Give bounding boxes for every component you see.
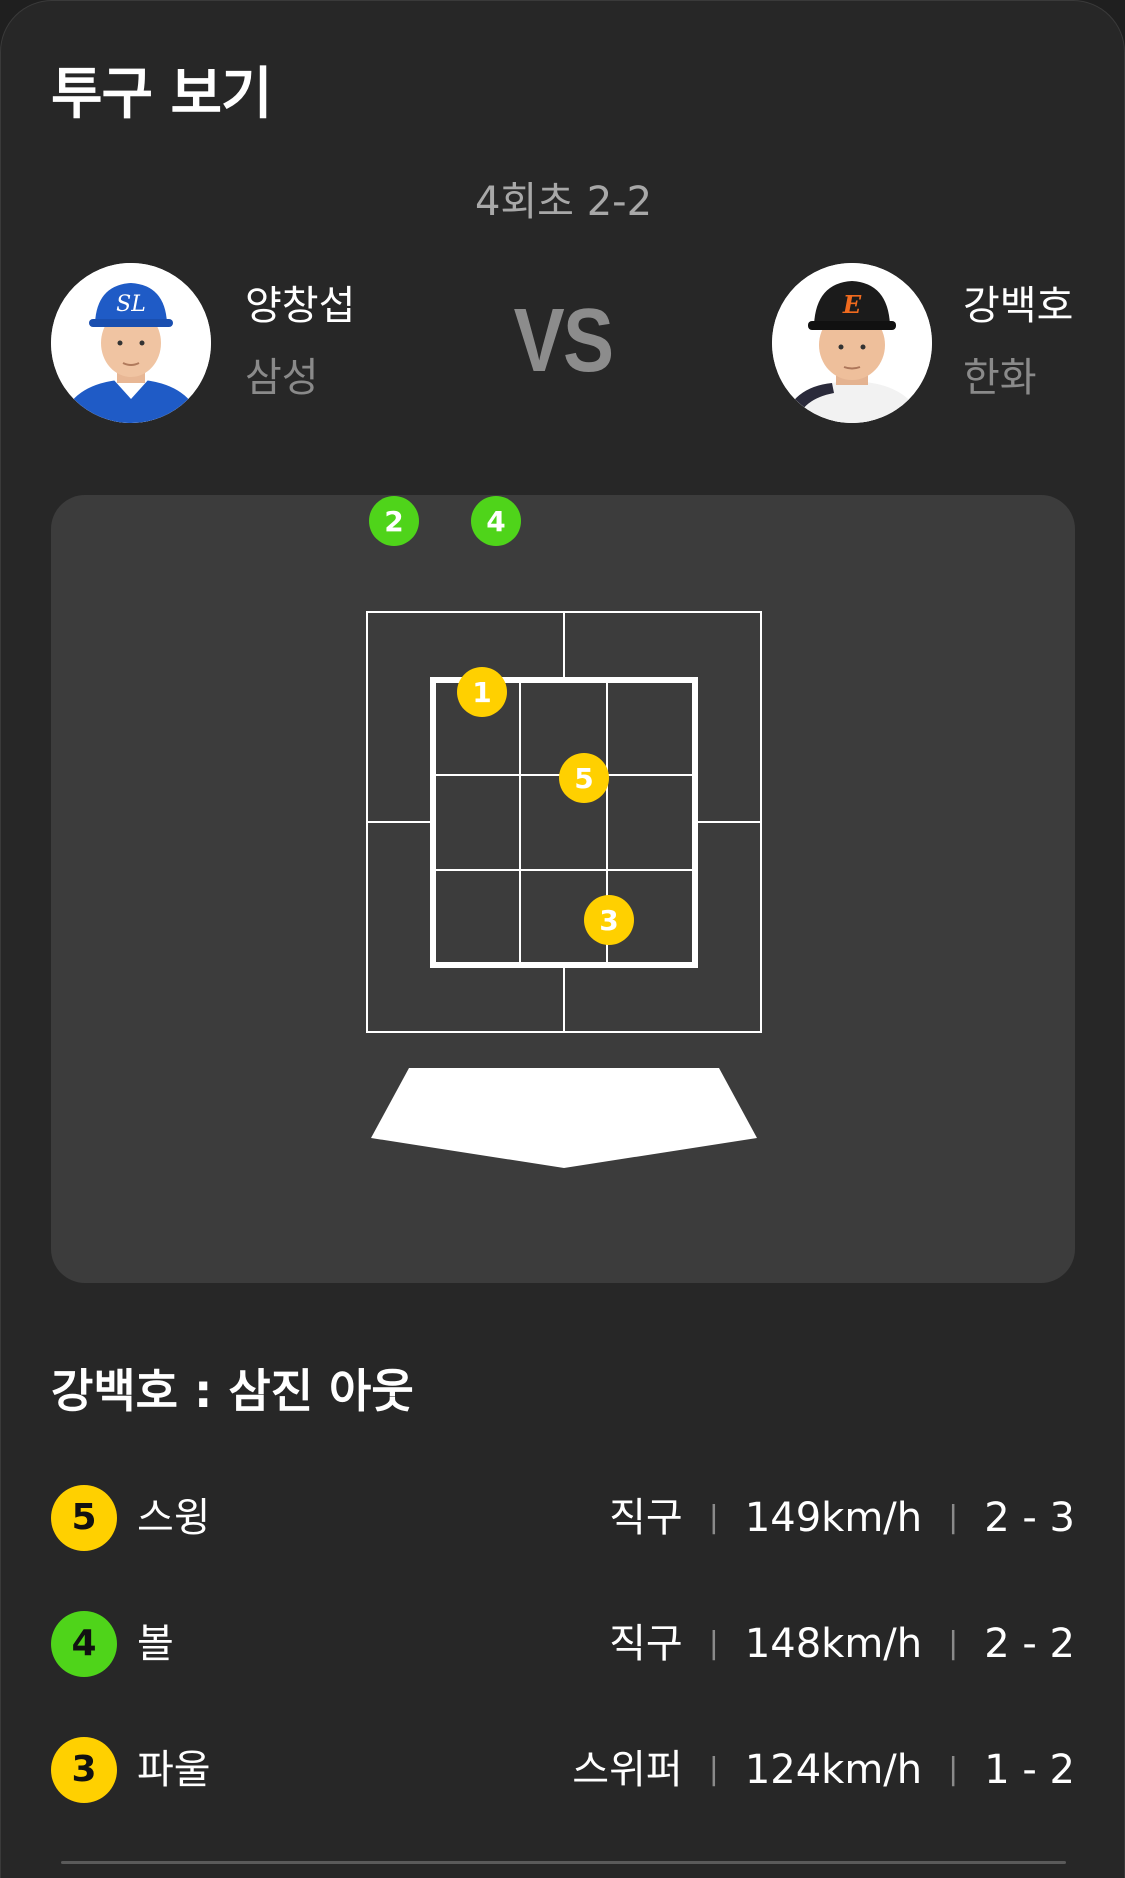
pitch-speed: 149km/h <box>744 1495 923 1541</box>
batter-team: 한화 <box>963 355 1037 401</box>
inner-strike-zone <box>430 677 698 968</box>
pitch-result-label: 스윙 <box>137 1495 211 1541</box>
outer-zone <box>366 611 762 1033</box>
pitch-number-badge: 5 <box>51 1485 117 1551</box>
at-bat-result: 강백호 : 삼진 아웃 <box>51 1364 414 1418</box>
pitch-marker-5[interactable]: 5 <box>559 753 609 803</box>
strike-zone-graphic: 1 2 3 4 5 <box>366 496 762 1168</box>
divider: | <box>948 1752 959 1787</box>
pitch-marker-3[interactable]: 3 <box>584 895 634 945</box>
pitcher-team: 삼성 <box>245 355 319 401</box>
pitcher-name: 양창섭 <box>245 283 356 329</box>
pitch-row[interactable]: 3 파울 스위퍼 | 124km/h | 1 - 2 <box>51 1737 1075 1807</box>
divider: | <box>948 1626 959 1661</box>
pitch-details: 직구 | 149km/h | 2 - 3 <box>609 1493 1075 1543</box>
pitch-speed: 124km/h <box>744 1747 923 1793</box>
svg-text:E: E <box>842 290 862 319</box>
divider: | <box>948 1500 959 1535</box>
pitch-type: 직구 <box>609 1495 683 1541</box>
pitch-count: 1 - 2 <box>984 1747 1075 1793</box>
pitch-marker-1[interactable]: 1 <box>457 667 507 717</box>
pitch-number-badge: 4 <box>51 1611 117 1677</box>
vs-label: VS <box>513 291 614 391</box>
pitch-result-label: 파울 <box>137 1747 211 1793</box>
pitch-markers: 1 2 3 4 5 <box>369 496 634 945</box>
pitch-result-label: 볼 <box>137 1621 174 1667</box>
divider: | <box>708 1626 719 1661</box>
batter-avatar[interactable]: E <box>772 263 932 423</box>
pitch-marker-2[interactable]: 2 <box>369 496 419 546</box>
home-plate <box>371 1068 757 1168</box>
pitch-row[interactable]: 4 볼 직구 | 148km/h | 2 - 2 <box>51 1611 1075 1681</box>
divider: | <box>708 1500 719 1535</box>
pitch-row[interactable]: 5 스윙 직구 | 149km/h | 2 - 3 <box>51 1485 1075 1555</box>
pitch-details: 직구 | 148km/h | 2 - 2 <box>609 1619 1075 1669</box>
bottom-divider <box>61 1861 1066 1864</box>
pitch-speed: 148km/h <box>744 1621 923 1667</box>
pitch-details: 스위퍼 | 124km/h | 1 - 2 <box>572 1745 1075 1795</box>
pitch-view-card: 투구 보기 4회초 2-2 SL 양창섭 삼성 VS E 강백호 한화 1 2 … <box>0 0 1125 1878</box>
pitch-marker-number: 2 <box>384 505 403 538</box>
pitch-marker-number: 5 <box>574 762 593 795</box>
strike-zone-panel: 1 2 3 4 5 <box>51 495 1075 1283</box>
pitch-type: 직구 <box>609 1621 683 1667</box>
pitch-number-badge: 3 <box>51 1737 117 1803</box>
svg-text:SL: SL <box>116 292 146 317</box>
pitch-marker-number: 1 <box>472 676 491 709</box>
pitcher-avatar[interactable]: SL <box>51 263 211 423</box>
page-title: 투구 보기 <box>51 62 273 127</box>
pitch-count: 2 - 3 <box>984 1495 1075 1541</box>
pitch-count: 2 - 2 <box>984 1621 1075 1667</box>
inning-score: 4회초 2-2 <box>474 179 653 225</box>
pitch-marker-number: 3 <box>599 904 618 937</box>
pitch-type: 스위퍼 <box>572 1747 683 1793</box>
pitch-marker-number: 4 <box>486 505 505 538</box>
batter-name: 강백호 <box>963 283 1074 329</box>
divider: | <box>708 1752 719 1787</box>
pitch-marker-4[interactable]: 4 <box>471 496 521 546</box>
